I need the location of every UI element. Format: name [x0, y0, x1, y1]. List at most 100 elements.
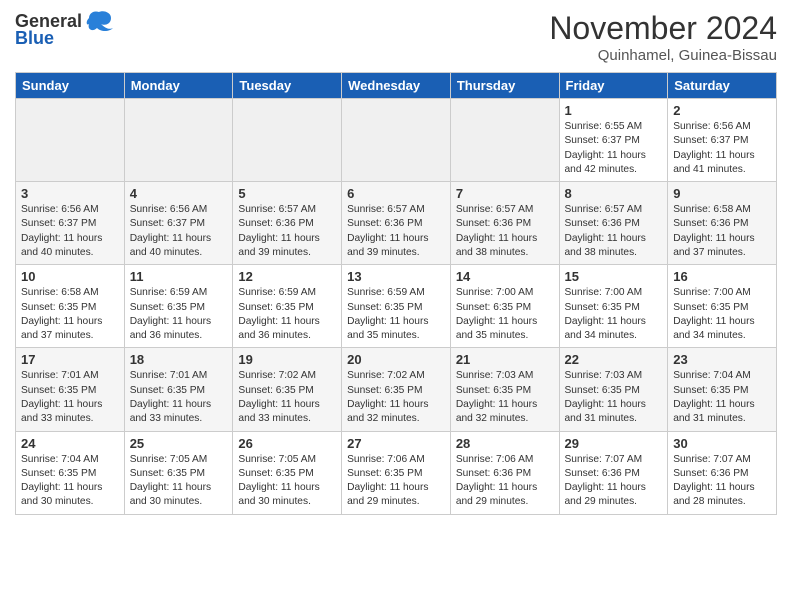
day-info: Sunrise: 6:56 AMSunset: 6:37 PMDaylight:… [673, 120, 771, 177]
calendar-cell: 1 Sunrise: 6:55 AMSunset: 6:37 PMDaylight… [559, 99, 668, 182]
day-number: 17 [21, 352, 119, 367]
calendar-cell: 3Sunrise: 6:56 AMSunset: 6:37 PMDaylight… [16, 182, 125, 265]
month-title: November 2024 [549, 10, 777, 47]
calendar-cell: 14 Sunrise: 7:00 AMSunset: 6:35 PMDayligh… [450, 265, 559, 348]
calendar-col-header: Tuesday [233, 73, 342, 99]
day-info: Sunrise: 7:06 AMSunset: 6:35 PMDaylight:… [347, 453, 445, 510]
day-number: 13 [347, 269, 445, 284]
day-info: Sunrise: 6:58 AMSunset: 6:36 PMDaylight:… [673, 203, 771, 260]
day-number: 29 [565, 436, 663, 451]
day-info: Sunrise: 7:05 AMSunset: 6:35 PMDaylight:… [238, 453, 336, 510]
header: General Blue November 2024 Quinhamel, Gu… [15, 10, 777, 64]
day-number: 19 [238, 352, 336, 367]
day-number: 15 [565, 269, 663, 284]
calendar-col-header: Saturday [668, 73, 777, 99]
calendar-cell: 9 Sunrise: 6:58 AMSunset: 6:36 PMDaylight… [668, 182, 777, 265]
day-info: Sunrise: 7:03 AMSunset: 6:35 PMDaylight:… [565, 369, 663, 426]
day-info: Sunrise: 6:56 AMSunset: 6:37 PMDaylight:… [21, 203, 119, 260]
title-block: November 2024 Quinhamel, Guinea-Bissau [549, 10, 777, 64]
calendar-cell [124, 99, 233, 182]
day-number: 28 [456, 436, 554, 451]
day-info: Sunrise: 7:05 AMSunset: 6:35 PMDaylight:… [130, 453, 228, 510]
calendar-cell: 7Sunrise: 6:57 AMSunset: 6:36 PMDaylight… [450, 182, 559, 265]
calendar-cell [233, 99, 342, 182]
day-number: 10 [21, 269, 119, 284]
calendar-cell: 2 Sunrise: 6:56 AMSunset: 6:37 PMDaylight… [668, 99, 777, 182]
day-info: Sunrise: 7:04 AMSunset: 6:35 PMDaylight:… [673, 369, 771, 426]
calendar-cell: 26 Sunrise: 7:05 AMSunset: 6:35 PMDayligh… [233, 431, 342, 514]
day-info: Sunrise: 7:02 AMSunset: 6:35 PMDaylight:… [238, 369, 336, 426]
calendar-cell: 28 Sunrise: 7:06 AMSunset: 6:36 PMDayligh… [450, 431, 559, 514]
calendar-cell [342, 99, 451, 182]
day-info: Sunrise: 7:00 AMSunset: 6:35 PMDaylight:… [565, 286, 663, 343]
calendar-week-row: 24 Sunrise: 7:04 AMSunset: 6:35 PMDayligh… [16, 431, 777, 514]
calendar-cell: 6 Sunrise: 6:57 AMSunset: 6:36 PMDaylight… [342, 182, 451, 265]
calendar-cell: 12 Sunrise: 6:59 AMSunset: 6:35 PMDayligh… [233, 265, 342, 348]
day-number: 26 [238, 436, 336, 451]
calendar-week-row: 10 Sunrise: 6:58 AMSunset: 6:35 PMDayligh… [16, 265, 777, 348]
day-info: Sunrise: 7:04 AMSunset: 6:35 PMDaylight:… [21, 453, 119, 510]
calendar-cell: 10 Sunrise: 6:58 AMSunset: 6:35 PMDayligh… [16, 265, 125, 348]
day-info: Sunrise: 6:57 AMSunset: 6:36 PMDaylight:… [238, 203, 336, 260]
day-number: 27 [347, 436, 445, 451]
calendar-cell: 29 Sunrise: 7:07 AMSunset: 6:36 PMDayligh… [559, 431, 668, 514]
day-number: 2 [673, 103, 771, 118]
day-info: Sunrise: 7:02 AMSunset: 6:35 PMDaylight:… [347, 369, 445, 426]
logo-bird-icon [85, 10, 113, 32]
calendar: SundayMondayTuesdayWednesdayThursdayFrid… [15, 72, 777, 515]
day-info: Sunrise: 6:57 AMSunset: 6:36 PMDaylight:… [456, 203, 554, 260]
calendar-col-header: Monday [124, 73, 233, 99]
calendar-week-row: 1 Sunrise: 6:55 AMSunset: 6:37 PMDaylight… [16, 99, 777, 182]
day-number: 25 [130, 436, 228, 451]
day-number: 22 [565, 352, 663, 367]
day-number: 24 [21, 436, 119, 451]
day-number: 4 [130, 186, 228, 201]
calendar-cell: 19 Sunrise: 7:02 AMSunset: 6:35 PMDayligh… [233, 348, 342, 431]
day-info: Sunrise: 7:07 AMSunset: 6:36 PMDaylight:… [565, 453, 663, 510]
calendar-cell: 11Sunrise: 6:59 AMSunset: 6:35 PMDayligh… [124, 265, 233, 348]
calendar-cell: 24 Sunrise: 7:04 AMSunset: 6:35 PMDayligh… [16, 431, 125, 514]
day-info: Sunrise: 6:59 AMSunset: 6:35 PMDaylight:… [347, 286, 445, 343]
calendar-col-header: Wednesday [342, 73, 451, 99]
calendar-week-row: 17 Sunrise: 7:01 AMSunset: 6:35 PMDayligh… [16, 348, 777, 431]
calendar-col-header: Friday [559, 73, 668, 99]
calendar-header-row: SundayMondayTuesdayWednesdayThursdayFrid… [16, 73, 777, 99]
calendar-cell [16, 99, 125, 182]
calendar-cell: 5Sunrise: 6:57 AMSunset: 6:36 PMDaylight… [233, 182, 342, 265]
day-info: Sunrise: 6:55 AMSunset: 6:37 PMDaylight:… [565, 120, 663, 177]
day-number: 12 [238, 269, 336, 284]
day-number: 14 [456, 269, 554, 284]
day-info: Sunrise: 7:00 AMSunset: 6:35 PMDaylight:… [456, 286, 554, 343]
day-number: 1 [565, 103, 663, 118]
calendar-cell: 15 Sunrise: 7:00 AMSunset: 6:35 PMDayligh… [559, 265, 668, 348]
calendar-cell: 25 Sunrise: 7:05 AMSunset: 6:35 PMDayligh… [124, 431, 233, 514]
day-info: Sunrise: 7:01 AMSunset: 6:35 PMDaylight:… [21, 369, 119, 426]
calendar-cell: 21Sunrise: 7:03 AMSunset: 6:35 PMDayligh… [450, 348, 559, 431]
calendar-col-header: Thursday [450, 73, 559, 99]
logo-blue: Blue [15, 28, 54, 49]
day-number: 8 [565, 186, 663, 201]
day-info: Sunrise: 6:56 AMSunset: 6:37 PMDaylight:… [130, 203, 228, 260]
calendar-cell: 13 Sunrise: 6:59 AMSunset: 6:35 PMDayligh… [342, 265, 451, 348]
calendar-cell: 22 Sunrise: 7:03 AMSunset: 6:35 PMDayligh… [559, 348, 668, 431]
day-number: 23 [673, 352, 771, 367]
calendar-week-row: 3Sunrise: 6:56 AMSunset: 6:37 PMDaylight… [16, 182, 777, 265]
day-info: Sunrise: 7:06 AMSunset: 6:36 PMDaylight:… [456, 453, 554, 510]
day-info: Sunrise: 7:00 AMSunset: 6:35 PMDaylight:… [673, 286, 771, 343]
day-number: 16 [673, 269, 771, 284]
day-info: Sunrise: 6:57 AMSunset: 6:36 PMDaylight:… [347, 203, 445, 260]
calendar-cell: 23 Sunrise: 7:04 AMSunset: 6:35 PMDayligh… [668, 348, 777, 431]
logo: General Blue [15, 10, 113, 49]
day-info: Sunrise: 6:58 AMSunset: 6:35 PMDaylight:… [21, 286, 119, 343]
calendar-cell: 18Sunrise: 7:01 AMSunset: 6:35 PMDayligh… [124, 348, 233, 431]
calendar-cell: 8Sunrise: 6:57 AMSunset: 6:36 PMDaylight… [559, 182, 668, 265]
day-number: 6 [347, 186, 445, 201]
day-info: Sunrise: 7:07 AMSunset: 6:36 PMDaylight:… [673, 453, 771, 510]
day-number: 11 [130, 269, 228, 284]
day-info: Sunrise: 6:59 AMSunset: 6:35 PMDaylight:… [238, 286, 336, 343]
day-number: 21 [456, 352, 554, 367]
day-number: 9 [673, 186, 771, 201]
location: Quinhamel, Guinea-Bissau [549, 47, 777, 64]
calendar-cell: 17 Sunrise: 7:01 AMSunset: 6:35 PMDayligh… [16, 348, 125, 431]
day-number: 20 [347, 352, 445, 367]
